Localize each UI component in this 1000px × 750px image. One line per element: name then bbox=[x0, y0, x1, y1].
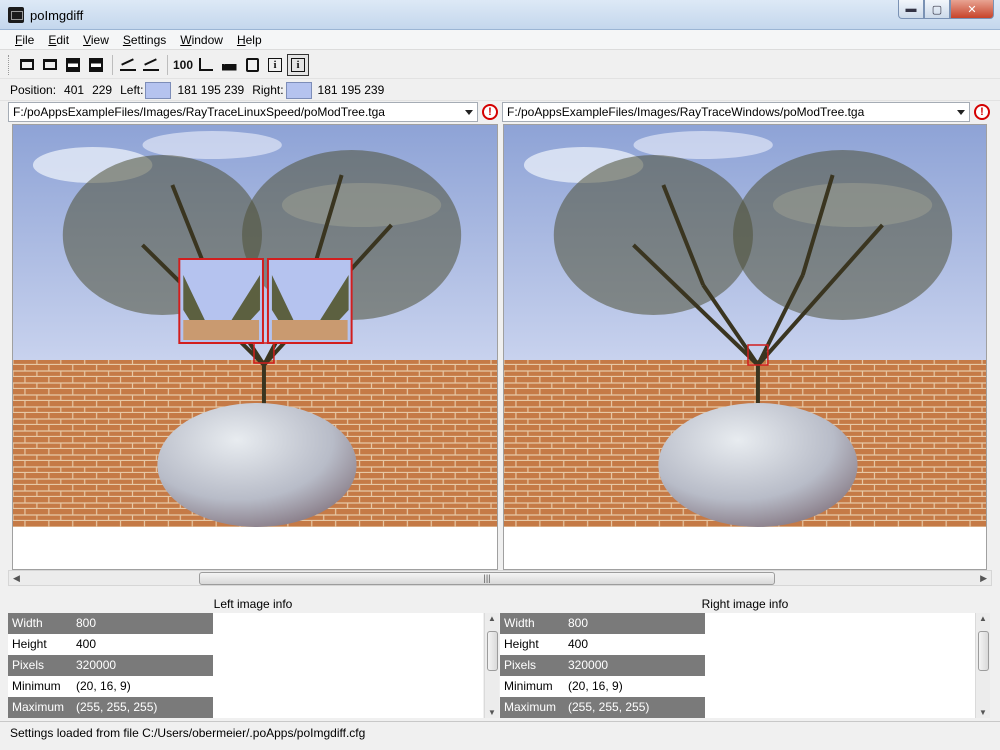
right-zoom-inset bbox=[266, 258, 353, 344]
left-path-row: F:/poAppsExampleFiles/Images/RayTraceLin… bbox=[8, 102, 498, 122]
info-button[interactable]: i bbox=[264, 54, 286, 76]
scroll-down-arrow[interactable]: ▼ bbox=[979, 708, 987, 717]
table-row: Minimum (20, 16, 9) bbox=[504, 679, 623, 693]
table-row: Width 800 bbox=[8, 613, 483, 634]
toolbar-grip[interactable] bbox=[8, 54, 11, 75]
minimize-button[interactable]: ▬ bbox=[898, 0, 924, 19]
window-title: poImgdiff bbox=[30, 8, 84, 23]
table-row: Height 400 bbox=[12, 637, 97, 651]
toolbar-separator bbox=[112, 54, 113, 75]
save-right-button[interactable] bbox=[85, 54, 107, 76]
toolbar: 100 i i bbox=[0, 51, 1000, 79]
app-icon bbox=[8, 7, 24, 23]
histogram-icon bbox=[221, 58, 237, 71]
status-bar: Settings loaded from file C:/Users/oberm… bbox=[0, 721, 1000, 750]
left-label: Left: bbox=[120, 83, 144, 97]
zoom-100-icon: 100 bbox=[172, 57, 194, 72]
menu-bar: File Edit View Settings Window Help bbox=[0, 30, 1000, 50]
right-info-title: Right image info bbox=[701, 597, 789, 611]
open-left-button[interactable] bbox=[16, 54, 38, 76]
table-row: Maximum (255, 255, 255) bbox=[8, 697, 483, 718]
position-label: Position: bbox=[10, 83, 57, 97]
zoom-100-button[interactable]: 100 bbox=[172, 54, 194, 76]
window-controls: ▬ ▢ ✕ bbox=[898, 0, 994, 20]
open-left-icon bbox=[20, 59, 34, 70]
horizontal-scrollbar[interactable]: ◀ ||| ▶ bbox=[8, 570, 992, 586]
right-color-swatch bbox=[285, 81, 312, 99]
position-x: 401 bbox=[64, 83, 85, 97]
right-path-row: F:/poAppsExampleFiles/Images/RayTraceWin… bbox=[502, 102, 992, 122]
left-info-table: Width 800 Height 400 Pixels 320000 Minimum(… bbox=[8, 613, 483, 718]
right-rgb: 181 195 239 bbox=[317, 83, 385, 97]
find-button[interactable] bbox=[241, 54, 263, 76]
info-active-button[interactable]: i bbox=[287, 53, 309, 76]
left-zoom-inset bbox=[178, 258, 264, 344]
diff-alt-icon bbox=[143, 59, 159, 71]
table-row: Maximum (255, 255, 255) bbox=[500, 697, 975, 718]
chevron-down-icon[interactable] bbox=[957, 109, 965, 115]
table-row: Width 800 bbox=[500, 613, 975, 634]
graph-button[interactable] bbox=[195, 54, 217, 76]
left-path-combo[interactable]: F:/poAppsExampleFiles/Images/RayTraceLin… bbox=[8, 102, 478, 122]
scroll-up-arrow[interactable]: ▲ bbox=[979, 614, 987, 623]
menu-window[interactable]: Window bbox=[173, 30, 230, 49]
graph-icon bbox=[199, 58, 213, 71]
maximize-button[interactable]: ▢ bbox=[924, 0, 950, 19]
save-left-icon bbox=[66, 57, 80, 72]
menu-settings[interactable]: Settings bbox=[116, 30, 173, 49]
left-info-title: Left image info bbox=[213, 597, 293, 611]
table-row: Pixels 320000 bbox=[500, 655, 975, 676]
scroll-down-arrow[interactable]: ▼ bbox=[488, 708, 496, 717]
toolbar-separator bbox=[167, 54, 168, 75]
table-row: Height 400 bbox=[504, 637, 589, 651]
info-icon: i bbox=[268, 57, 282, 72]
vertical-scroll-thumb[interactable] bbox=[487, 631, 498, 671]
right-path-text: F:/poAppsExampleFiles/Images/RayTraceWin… bbox=[507, 105, 865, 119]
menu-help[interactable]: Help bbox=[230, 30, 269, 49]
histogram-button[interactable] bbox=[218, 54, 240, 76]
open-right-button[interactable] bbox=[39, 54, 61, 76]
left-color-swatch bbox=[145, 81, 172, 99]
status-message: Settings loaded from file C:/Users/oberm… bbox=[10, 726, 366, 740]
right-label: Right: bbox=[252, 83, 284, 97]
menu-file[interactable]: File bbox=[8, 30, 41, 49]
open-right-icon bbox=[43, 59, 57, 70]
right-path-combo[interactable]: F:/poAppsExampleFiles/Images/RayTraceWin… bbox=[502, 102, 970, 122]
save-left-button[interactable] bbox=[62, 54, 84, 76]
left-rgb: 181 195 239 bbox=[177, 83, 245, 97]
left-image[interactable] bbox=[13, 125, 497, 527]
table-row: Minimum (20, 16, 9) bbox=[12, 679, 131, 693]
table-row: Pixels 320000 bbox=[8, 655, 483, 676]
info-active-icon: i bbox=[291, 57, 305, 72]
warning-icon[interactable]: ! bbox=[974, 104, 990, 120]
position-bar: Position: 401 229 Left: 181 195 239 Righ… bbox=[0, 80, 1000, 101]
horizontal-scroll-thumb[interactable]: ||| bbox=[199, 572, 775, 585]
chevron-down-icon[interactable] bbox=[465, 109, 473, 115]
scroll-right-arrow[interactable]: ▶ bbox=[980, 573, 987, 584]
find-icon bbox=[245, 57, 259, 72]
right-image[interactable] bbox=[504, 125, 986, 527]
diff-alt-button[interactable] bbox=[140, 54, 162, 76]
scroll-up-arrow[interactable]: ▲ bbox=[488, 614, 496, 623]
menu-edit[interactable]: Edit bbox=[41, 30, 76, 49]
title-bar[interactable]: poImgdiff ▬ ▢ ✕ bbox=[0, 0, 1000, 30]
vertical-scroll-thumb[interactable] bbox=[978, 631, 989, 671]
position-y: 229 bbox=[92, 83, 113, 97]
left-info-scrollbar[interactable]: ▲ ▼ bbox=[484, 613, 499, 718]
menu-view[interactable]: View bbox=[76, 30, 116, 49]
save-right-icon bbox=[89, 57, 103, 72]
left-image-view[interactable] bbox=[12, 124, 498, 570]
scroll-left-arrow[interactable]: ◀ bbox=[13, 573, 20, 584]
left-path-text: F:/poAppsExampleFiles/Images/RayTraceLin… bbox=[13, 105, 385, 119]
right-image-view[interactable] bbox=[503, 124, 987, 570]
close-button[interactable]: ✕ bbox=[950, 0, 994, 19]
right-info-table: Width 800 Height 400 Pixels 320000 Minimum(… bbox=[500, 613, 975, 718]
right-info-scrollbar[interactable]: ▲ ▼ bbox=[975, 613, 990, 718]
diff-button[interactable] bbox=[117, 54, 139, 76]
diff-icon bbox=[120, 59, 136, 71]
warning-icon[interactable]: ! bbox=[482, 104, 498, 120]
